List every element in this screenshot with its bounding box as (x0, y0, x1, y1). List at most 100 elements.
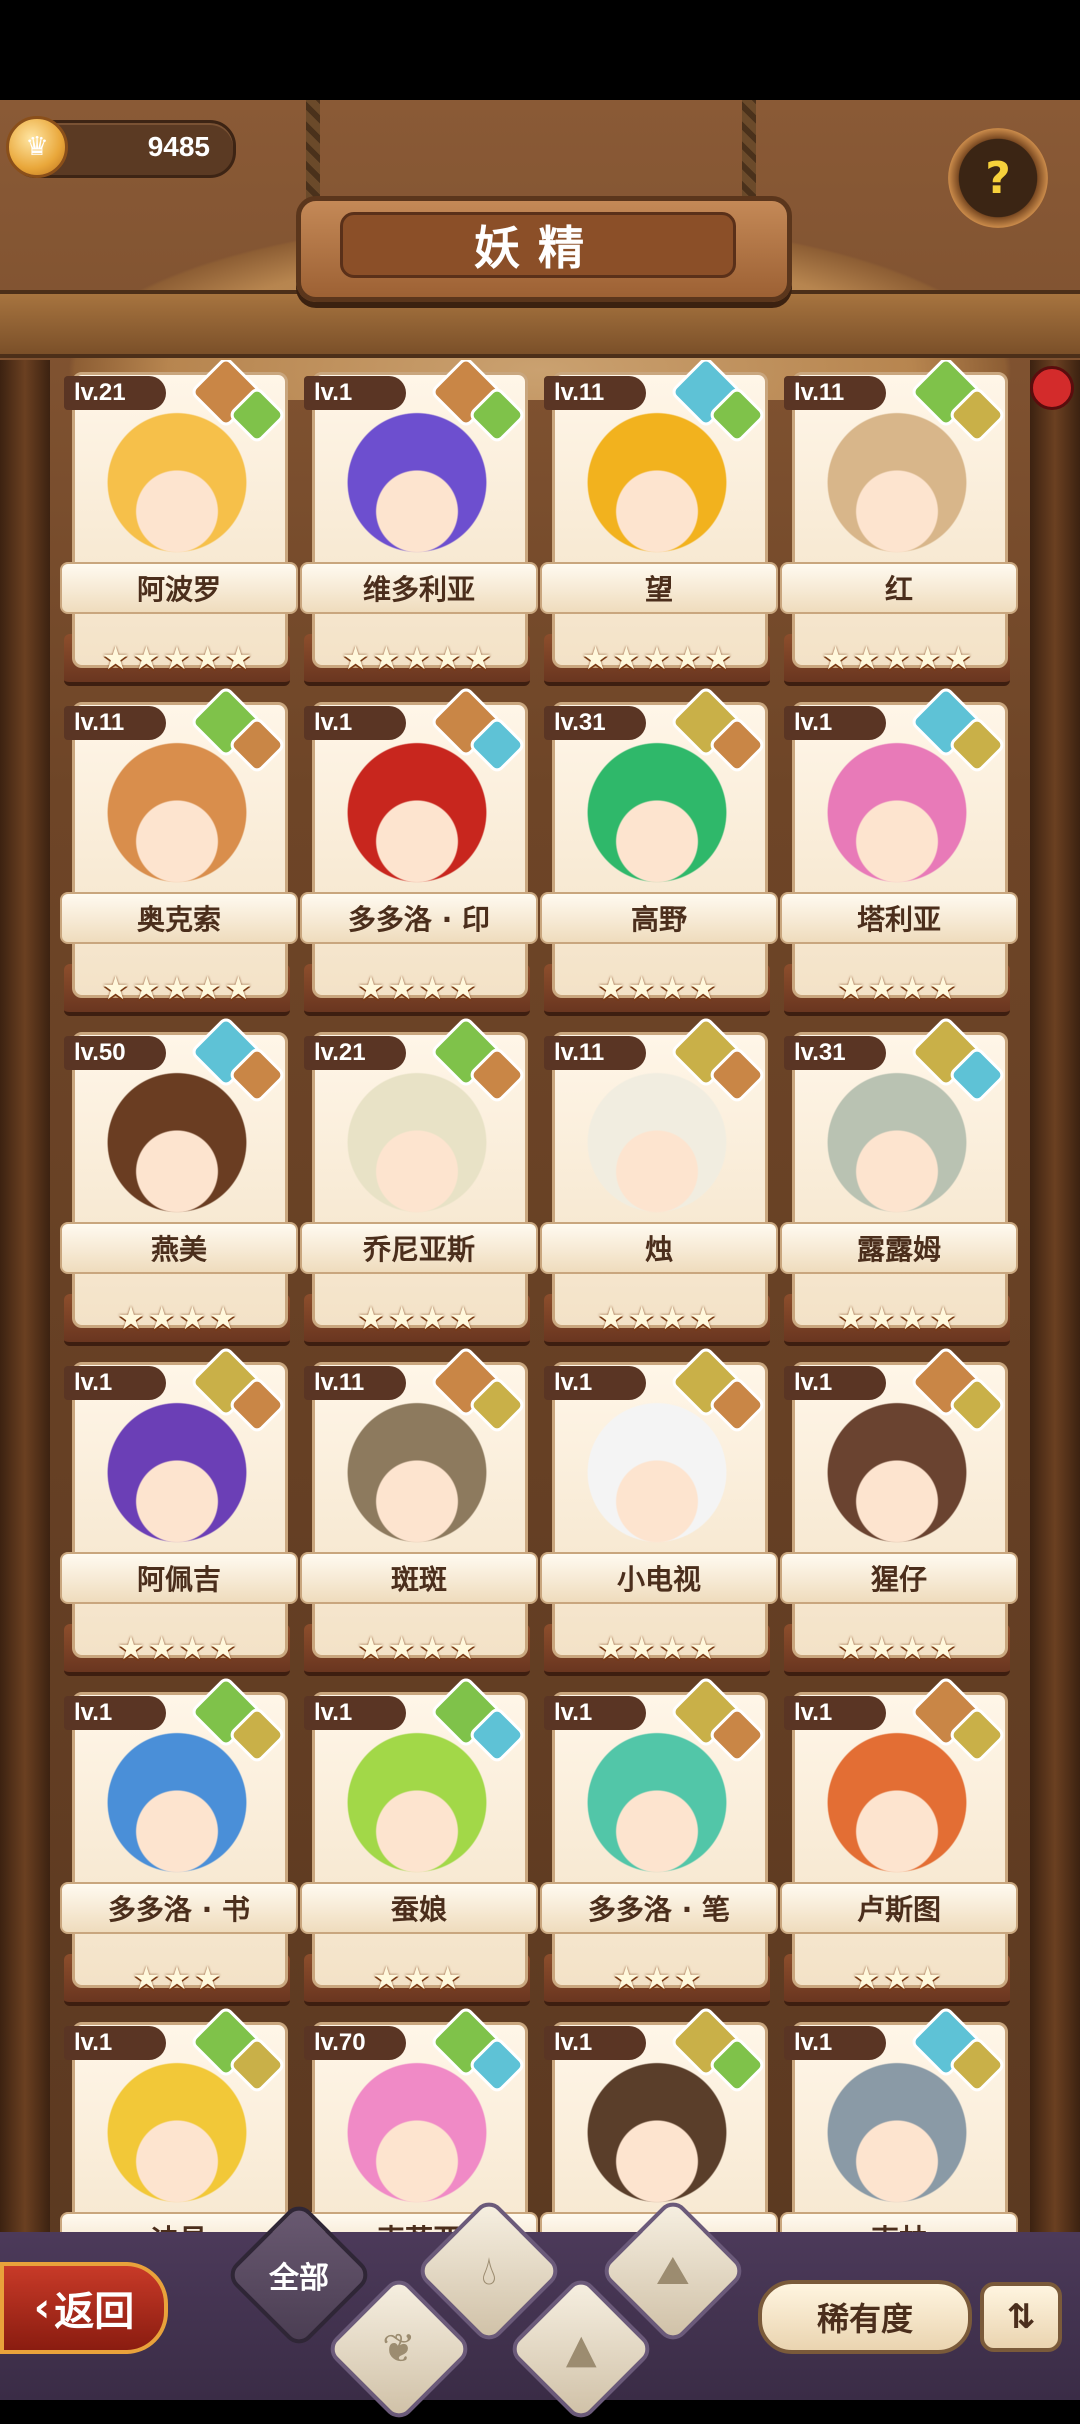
fairy-card[interactable]: lv.1 塔利亚 ★ ★ ★ ★ (780, 685, 1018, 1016)
fairy-level: lv.11 (544, 1036, 646, 1070)
fairy-portrait (814, 1396, 980, 1566)
fairy-name: 蚕娘 (300, 1882, 538, 1934)
star-icon: ★ (898, 1629, 927, 1667)
star-rating: ★ ★ ★ (64, 1960, 290, 1996)
star-icon: ★ (387, 1299, 416, 1337)
star-icon: ★ (147, 1629, 176, 1667)
fairy-portrait (94, 1066, 260, 1236)
fairy-level: lv.11 (304, 1366, 406, 1400)
fairy-portrait (574, 1066, 740, 1236)
star-icon: ★ (851, 639, 881, 677)
fairy-portrait (574, 2056, 740, 2226)
fairy-grid: lv.21 阿波罗 ★ ★ ★ ★ ★ lv.1 维多利亚 ★ ★ ★ ★ ★ lv.11 望 ★ ★ ★ ★ ★ lv.… (60, 360, 1020, 2250)
fairy-card[interactable]: lv.1 多多洛 · 书 ★ ★ ★ (60, 1675, 298, 2006)
fairy-card[interactable]: lv.11 红 ★ ★ ★ ★ ★ (780, 360, 1018, 686)
star-icon: ★ (371, 1959, 401, 1997)
star-rating: ★ ★ ★ ★ ★ (304, 640, 530, 676)
star-icon: ★ (208, 1299, 238, 1337)
fairy-card[interactable]: lv.1 阿佩吉 ★ ★ ★ ★ (60, 1345, 298, 1676)
star-icon: ★ (224, 969, 253, 1007)
star-icon: ★ (627, 969, 656, 1007)
star-icon: ★ (402, 1959, 432, 1997)
fairy-name: 奥克索 (60, 892, 298, 944)
star-icon: ★ (898, 969, 927, 1007)
fairy-card[interactable]: lv.1迪易★★★ (60, 2005, 298, 2250)
star-icon: ★ (673, 639, 703, 677)
fairy-card[interactable]: lv.31 露露姆 ★ ★ ★ ★ (780, 1015, 1018, 1346)
star-icon: ★ (658, 1299, 687, 1337)
fairy-card[interactable]: lv.1克林★★★ (780, 2005, 1018, 2250)
fairy-card[interactable]: lv.1 猩仔 ★ ★ ★ ★ (780, 1345, 1018, 1676)
star-icon: ★ (944, 639, 973, 677)
star-icon: ★ (867, 1629, 896, 1667)
ladybug-icon (1030, 366, 1074, 410)
star-rating: ★ ★ ★ ★ ★ (64, 970, 290, 1006)
fairy-portrait (334, 2056, 500, 2226)
fairy-level: lv.1 (784, 1696, 886, 1730)
crown-coin-icon: ♛ (6, 116, 68, 178)
fairy-card[interactable]: lv.31 高野 ★ ★ ★ ★ (540, 685, 778, 1016)
star-icon: ★ (596, 969, 626, 1007)
star-rating: ★ ★ ★ ★ ★ (544, 640, 770, 676)
fairy-portrait (574, 406, 740, 576)
star-icon: ★ (611, 639, 641, 677)
star-icon: ★ (371, 639, 401, 677)
sort-icon: ⇅ (1006, 2297, 1036, 2337)
star-icon: ★ (101, 969, 130, 1007)
fairy-card[interactable]: lv.11 烛 ★ ★ ★ ★ (540, 1015, 778, 1346)
star-icon: ★ (928, 1629, 958, 1667)
fairy-card[interactable]: lv.1 多多洛 · 印 ★ ★ ★ ★ (300, 685, 538, 1016)
fairy-card[interactable]: lv.1 维多利亚 ★ ★ ★ ★ ★ (300, 360, 538, 686)
mountain-filter-icon: ⛰︎ (656, 2247, 690, 2294)
fairy-card[interactable]: lv.21 阿波罗 ★ ★ ★ ★ ★ (60, 360, 298, 686)
star-rating: ★ ★ ★ (304, 1960, 530, 1996)
star-icon: ★ (928, 969, 958, 1007)
star-icon: ★ (836, 1629, 866, 1667)
fairy-name: 红 (780, 562, 1018, 614)
pillar-right (1030, 360, 1080, 2260)
fairy-name: 烛 (540, 1222, 778, 1274)
star-icon: ★ (658, 1629, 687, 1667)
fairy-portrait (94, 1726, 260, 1896)
fairy-name: 小电视 (540, 1552, 778, 1604)
star-icon: ★ (101, 639, 130, 677)
fairy-card[interactable]: lv.11 奥克索 ★ ★ ★ ★ ★ (60, 685, 298, 1016)
star-icon: ★ (851, 1959, 881, 1997)
star-icon: ★ (147, 1299, 176, 1337)
fairy-card[interactable]: lv.21 乔尼亚斯 ★ ★ ★ ★ (300, 1015, 538, 1346)
star-icon: ★ (356, 969, 386, 1007)
fairy-level: lv.11 (544, 376, 646, 410)
star-icon: ★ (356, 1629, 386, 1667)
fairy-name: 猩仔 (780, 1552, 1018, 1604)
star-icon: ★ (642, 1959, 672, 1997)
fairy-name: 斑斑 (300, 1552, 538, 1604)
fairy-card[interactable]: lv.50 燕美 ★ ★ ★ ★ (60, 1015, 298, 1346)
question-sprout-icon: ? (985, 152, 1011, 204)
fairy-card[interactable]: lv.1 卢斯图 ★ ★ ★ (780, 1675, 1018, 2006)
star-rating: ★ ★ ★ (544, 1960, 770, 1996)
star-icon: ★ (836, 1299, 866, 1337)
star-icon: ★ (898, 1299, 927, 1337)
filter-all-label: 全部 (269, 2261, 329, 2296)
fairy-card[interactable]: lv.1 小电视 ★ ★ ★ ★ (540, 1345, 778, 1676)
fairy-name: 多多洛 · 笔 (540, 1882, 778, 1934)
status-bar (0, 0, 1080, 100)
back-label: 返回 (54, 2289, 135, 2335)
back-button[interactable]: ‹ 返回 (0, 2262, 168, 2354)
fairy-card[interactable]: lv.11 望 ★ ★ ★ ★ ★ (540, 360, 778, 686)
star-icon: ★ (178, 1629, 207, 1667)
star-icon: ★ (688, 1299, 718, 1337)
rarity-sort-button[interactable]: 稀有度 (758, 2280, 972, 2354)
sort-order-button[interactable]: ⇅ (980, 2282, 1062, 2352)
fairy-level: lv.1 (64, 1366, 166, 1400)
help-button[interactable]: ? (948, 128, 1048, 228)
star-rating: ★ ★ ★ ★ (304, 1300, 530, 1336)
fairy-card[interactable]: lv.1 多多洛 · 笔 ★ ★ ★ (540, 1675, 778, 2006)
star-icon: ★ (627, 1629, 656, 1667)
fairy-level: lv.1 (544, 1696, 646, 1730)
fairy-card[interactable]: lv.1 蚕娘 ★ ★ ★ (300, 1675, 538, 2006)
fairy-portrait (334, 406, 500, 576)
fairy-card[interactable]: lv.11 斑斑 ★ ★ ★ ★ (300, 1345, 538, 1676)
star-icon: ★ (131, 639, 161, 677)
star-rating: ★ ★ ★ ★ (304, 970, 530, 1006)
